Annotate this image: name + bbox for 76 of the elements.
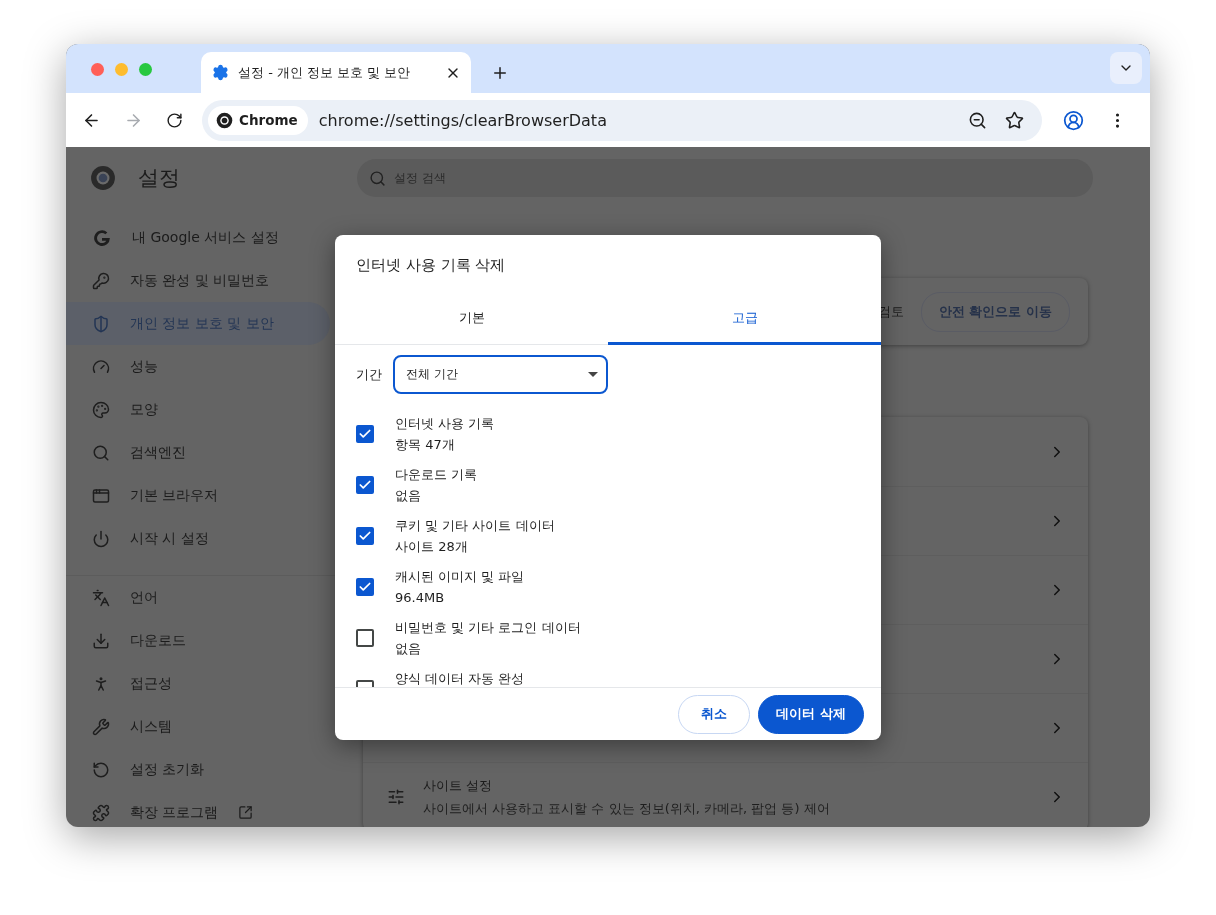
key-icon — [92, 271, 110, 290]
checkbox[interactable] — [356, 629, 374, 647]
window-icon — [92, 486, 110, 505]
settings-row[interactable]: 사이트 설정 사이트에서 사용하고 표시할 수 있는 정보(위치, 카메라, 팝업 등) 제어 — [363, 762, 1088, 827]
dialog-tab[interactable]: 기본 — [335, 292, 608, 345]
checkbox[interactable] — [356, 578, 374, 596]
puzzle-icon — [92, 803, 110, 822]
zoom-out-icon[interactable] — [968, 110, 987, 130]
item-detail: 96.4MB — [395, 589, 446, 607]
item-title: 비밀번호 및 기타 로그인 데이터 — [395, 619, 581, 637]
checkbox[interactable] — [356, 425, 374, 443]
sidebar-item[interactable]: 시작 시 설정 — [66, 517, 330, 560]
item-detail: 없음 — [395, 487, 422, 505]
profile-icon[interactable] — [1063, 109, 1084, 131]
site-chip[interactable]: Chrome — [208, 105, 308, 135]
sidebar-item[interactable]: 다운로드 — [66, 619, 330, 662]
browser-logo-icon — [216, 111, 233, 129]
safety-check-button[interactable]: 안전 확인으로 이동 — [920, 291, 1070, 332]
palette-icon — [92, 400, 110, 419]
reset-icon — [92, 760, 110, 779]
row-description: 사이트에서 사용하고 표시할 수 있는 정보(위치, 카메라, 팝업 등) 제어 — [423, 799, 831, 818]
item-title: 다운로드 기록 — [395, 466, 478, 484]
external-link-icon — [238, 805, 254, 820]
sidebar-item[interactable]: 확장 프로그램 — [66, 791, 330, 827]
tab-title: 설정 - 개인 정보 보호 및 보안 — [238, 63, 412, 82]
url-text: chrome://settings/clearBrowserData — [318, 110, 608, 130]
check-icon — [358, 529, 372, 543]
settings-icon — [212, 64, 229, 81]
checkbox[interactable] — [356, 476, 374, 494]
sidebar-item[interactable]: 내 Google 서비스 설정 — [66, 216, 330, 259]
cancel-button[interactable]: 취소 — [678, 694, 751, 734]
caret-icon — [588, 372, 598, 377]
star-icon[interactable] — [1005, 110, 1024, 130]
row-title: 사이트 설정 — [423, 776, 494, 795]
search-icon — [92, 443, 110, 462]
browser-tab[interactable]: 설정 - 개인 정보 보호 및 보안 — [201, 52, 471, 93]
period-label: 기간 — [356, 365, 382, 384]
dialog-title: 인터넷 사용 기록 삭제 — [355, 255, 507, 276]
item-title: 쿠키 및 기타 사이트 데이터 — [395, 517, 555, 535]
page-title: 설정 — [138, 165, 180, 192]
gauge-icon — [92, 357, 110, 376]
power-icon — [92, 529, 110, 548]
tab-search-button[interactable] — [1110, 52, 1142, 84]
sidebar-item[interactable]: 시스템 — [66, 705, 330, 748]
address-bar[interactable]: Chrome chrome://settings/clearBrowserData — [202, 99, 1042, 141]
shield-icon — [92, 314, 110, 333]
translate-icon — [92, 588, 110, 607]
sidebar-item[interactable]: 검색엔진 — [66, 431, 330, 474]
wrench-icon — [92, 717, 110, 736]
sidebar-item[interactable]: 접근성 — [66, 662, 330, 705]
check-icon — [358, 580, 372, 594]
browser-logo-icon — [90, 165, 116, 191]
item-detail: 없음 — [395, 640, 422, 658]
reload-icon[interactable] — [166, 111, 183, 129]
item-detail: 항목 47개 — [395, 436, 456, 454]
sidebar-item[interactable]: 설정 초기화 — [66, 748, 330, 791]
sidebar-item[interactable]: 기본 브라우저 — [66, 474, 330, 517]
sliders-icon — [387, 788, 405, 806]
sidebar-item[interactable]: 언어 — [66, 576, 330, 619]
check-icon — [358, 427, 372, 441]
item-title: 양식 데이터 자동 완성 — [395, 670, 525, 687]
plus-icon[interactable] — [491, 64, 509, 82]
sidebar-item[interactable]: 성능 — [66, 345, 330, 388]
dialog-tab[interactable]: 고급 — [608, 292, 881, 345]
sidebar-item[interactable]: 모양 — [66, 388, 330, 431]
item-title: 인터넷 사용 기록 — [395, 415, 495, 433]
g-icon — [92, 227, 112, 248]
check-icon — [358, 478, 372, 492]
delete-data-button[interactable]: 데이터 삭제 — [758, 694, 864, 734]
search-icon — [369, 169, 386, 187]
checkbox[interactable] — [356, 527, 374, 545]
item-title: 캐시된 이미지 및 파일 — [395, 568, 525, 586]
download-icon — [92, 631, 110, 650]
item-detail: 사이트 28개 — [395, 538, 469, 556]
sidebar-item[interactable]: 자동 완성 및 비밀번호 — [66, 259, 330, 302]
period-select[interactable]: 전체 기간 — [393, 355, 608, 394]
